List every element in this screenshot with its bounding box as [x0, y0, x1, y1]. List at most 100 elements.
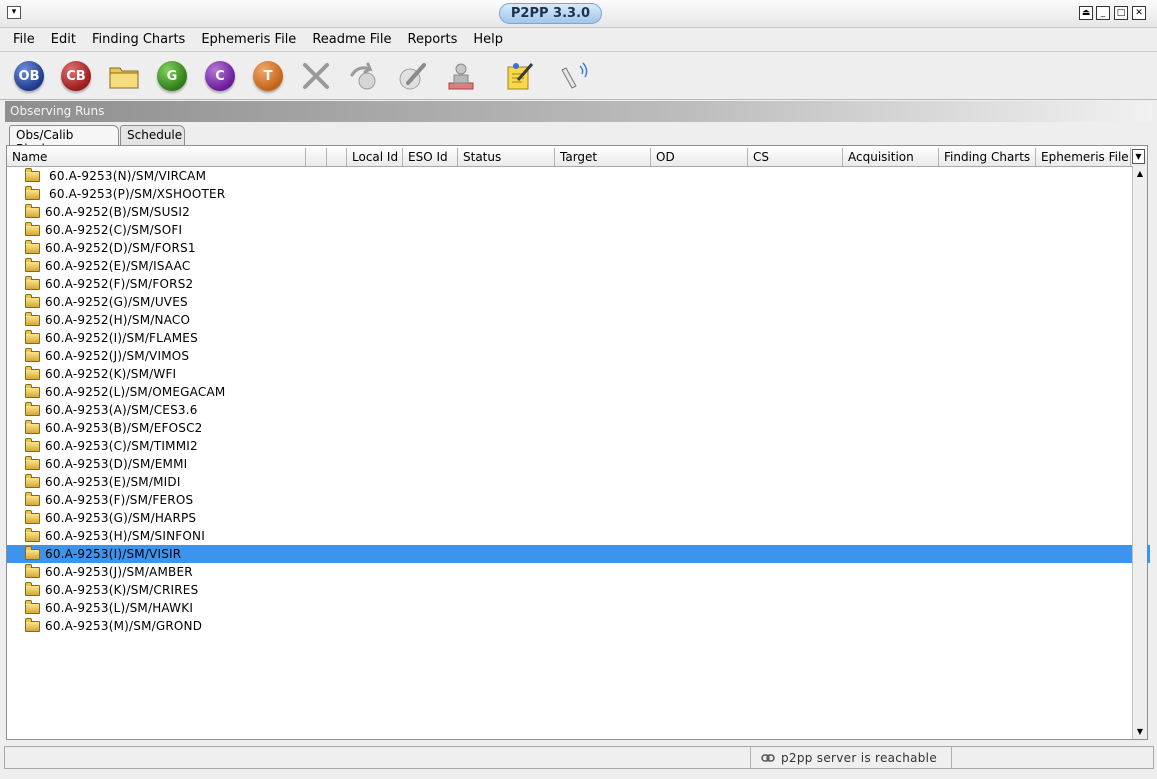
table-row[interactable]: 60.A-9253(F)/SM/FEROS: [7, 491, 1150, 509]
table-row[interactable]: 60.A-9253(A)/SM/CES3.6: [7, 401, 1150, 419]
table-row[interactable]: 60.A-9253(K)/SM/CRIRES: [7, 581, 1150, 599]
folder-icon: [25, 473, 40, 488]
table-row[interactable]: 60.A-9252(G)/SM/UVES: [7, 293, 1150, 311]
row-name: 60.A-9253(B)/SM/EFOSC2: [45, 421, 203, 435]
delete-button[interactable]: [299, 59, 333, 93]
table-row[interactable]: 60.A-9252(K)/SM/WFI: [7, 365, 1150, 383]
table-row[interactable]: 60.A-9253(M)/SM/GROND: [7, 617, 1150, 635]
folder-icon: [25, 599, 40, 614]
stamp-button[interactable]: [443, 59, 477, 93]
menu-readme-file[interactable]: Readme File: [304, 32, 399, 47]
toolbar: OB CB G C T: [0, 53, 1157, 100]
table-row[interactable]: 60.A-9253(I)/SM/VISIR: [7, 545, 1150, 563]
row-name: 60.A-9252(D)/SM/FORS1: [45, 241, 196, 255]
row-name: 60.A-9252(H)/SM/NACO: [45, 313, 191, 327]
menu-finding-charts[interactable]: Finding Charts: [84, 32, 193, 47]
folder-icon: [25, 437, 40, 452]
redo-button[interactable]: [347, 59, 381, 93]
shade-window-button[interactable]: ⏏: [1079, 6, 1093, 20]
new-group-button[interactable]: G: [155, 59, 189, 93]
link-icon: [761, 753, 775, 762]
tab-schedule[interactable]: Schedule: [120, 125, 185, 145]
row-name: 60.A-9252(C)/SM/SOFI: [45, 223, 183, 237]
menu-bar: File Edit Finding Charts Ephemeris File …: [0, 28, 1157, 52]
table-row[interactable]: 60.A-9253(D)/SM/EMMI: [7, 455, 1150, 473]
vertical-scrollbar[interactable]: ▲ ▼: [1132, 166, 1147, 739]
status-bar: p2pp server is reachable: [4, 746, 1154, 769]
menu-reports[interactable]: Reports: [400, 32, 466, 47]
folder-icon: [25, 221, 40, 236]
column-acquisition[interactable]: Acquisition: [843, 148, 939, 166]
table-row[interactable]: 60.A-9253(N)/SM/VIRCAM: [7, 167, 1150, 185]
table-row[interactable]: 60.A-9253(C)/SM/TIMMI2: [7, 437, 1150, 455]
ob-icon: OB: [14, 61, 44, 91]
folder-icon: [25, 455, 40, 470]
table-row[interactable]: 60.A-9252(E)/SM/ISAAC: [7, 257, 1150, 275]
minimize-button[interactable]: _: [1096, 6, 1110, 20]
column-flag-2[interactable]: [327, 148, 347, 166]
table-row[interactable]: 60.A-9253(H)/SM/SINFONI: [7, 527, 1150, 545]
column-target[interactable]: Target: [555, 148, 651, 166]
folder-icon: [25, 509, 40, 524]
table-row[interactable]: 60.A-9252(I)/SM/FLAMES: [7, 329, 1150, 347]
menu-help[interactable]: Help: [465, 32, 511, 47]
table-row[interactable]: 60.A-9252(F)/SM/FORS2: [7, 275, 1150, 293]
system-menu-button[interactable]: ▾: [7, 6, 21, 19]
new-time-link-button[interactable]: T: [251, 59, 285, 93]
delete-x-icon: [303, 63, 329, 89]
table-row[interactable]: 60.A-9252(J)/SM/VIMOS: [7, 347, 1150, 365]
notes-button[interactable]: [503, 59, 537, 93]
scroll-down-icon[interactable]: ▼: [1133, 724, 1147, 739]
folder-icon: [25, 275, 40, 290]
table-row[interactable]: 60.A-9253(E)/SM/MIDI: [7, 473, 1150, 491]
table-row[interactable]: 60.A-9252(L)/SM/OMEGACAM: [7, 383, 1150, 401]
column-od[interactable]: OD: [651, 148, 748, 166]
row-name: 60.A-9253(F)/SM/FEROS: [45, 493, 194, 507]
row-name: 60.A-9253(I)/SM/VISIR: [45, 547, 182, 561]
table-row[interactable]: 60.A-9253(G)/SM/HARPS: [7, 509, 1150, 527]
tab-obs-calib-blocks[interactable]: Obs/Calib Blocks: [9, 125, 119, 156]
server-status-text: p2pp server is reachable: [781, 750, 937, 765]
row-name: 60.A-9253(G)/SM/HARPS: [45, 511, 197, 525]
stamp-icon: [448, 63, 474, 90]
notepad-pen-icon: [507, 63, 534, 90]
column-eso-id[interactable]: ESO Id: [403, 148, 458, 166]
column-local-id[interactable]: Local Id: [347, 148, 403, 166]
table-row[interactable]: 60.A-9252(H)/SM/NACO: [7, 311, 1150, 329]
menu-ephemeris-file[interactable]: Ephemeris File: [193, 32, 304, 47]
column-chooser-icon[interactable]: ▼: [1132, 149, 1145, 164]
table-row[interactable]: 60.A-9252(D)/SM/FORS1: [7, 239, 1150, 257]
row-name: 60.A-9252(K)/SM/WFI: [45, 367, 177, 381]
row-name: 60.A-9253(P)/SM/XSHOOTER: [49, 187, 226, 201]
window-title: P2PP 3.3.0: [499, 3, 602, 24]
column-cs[interactable]: CS: [748, 148, 843, 166]
table-row[interactable]: 60.A-9252(B)/SM/SUSI2: [7, 203, 1150, 221]
new-ob-button[interactable]: OB: [12, 59, 46, 93]
folder-icon: [25, 347, 40, 362]
table-row[interactable]: 60.A-9253(P)/SM/XSHOOTER: [7, 185, 1150, 203]
column-flag-1[interactable]: [306, 148, 327, 166]
close-button[interactable]: ✕: [1132, 6, 1146, 20]
column-ephemeris-file[interactable]: Ephemeris File: [1036, 148, 1131, 166]
folder-icon: [25, 239, 40, 254]
maximize-button[interactable]: □: [1114, 6, 1128, 20]
table-row[interactable]: 60.A-9252(C)/SM/SOFI: [7, 221, 1150, 239]
menu-file[interactable]: File: [5, 32, 43, 47]
verify-button[interactable]: [395, 59, 429, 93]
table-row[interactable]: 60.A-9253(B)/SM/EFOSC2: [7, 419, 1150, 437]
new-folder-button[interactable]: [107, 59, 141, 93]
menu-edit[interactable]: Edit: [43, 32, 84, 47]
folder-icon: [25, 563, 40, 578]
column-name[interactable]: Name: [7, 148, 306, 166]
table-row[interactable]: 60.A-9253(J)/SM/AMBER: [7, 563, 1150, 581]
column-finding-charts[interactable]: Finding Charts: [939, 148, 1036, 166]
server-connect-button[interactable]: [557, 59, 591, 93]
new-cb-button[interactable]: CB: [59, 59, 93, 93]
redo-arrow-icon: [350, 62, 376, 90]
folder-icon: [25, 167, 40, 182]
table-row[interactable]: 60.A-9253(L)/SM/HAWKI: [7, 599, 1150, 617]
scroll-up-icon[interactable]: ▲: [1133, 166, 1147, 181]
column-status[interactable]: Status: [458, 148, 555, 166]
new-concatenation-button[interactable]: C: [203, 59, 237, 93]
row-name: 60.A-9252(J)/SM/VIMOS: [45, 349, 190, 363]
